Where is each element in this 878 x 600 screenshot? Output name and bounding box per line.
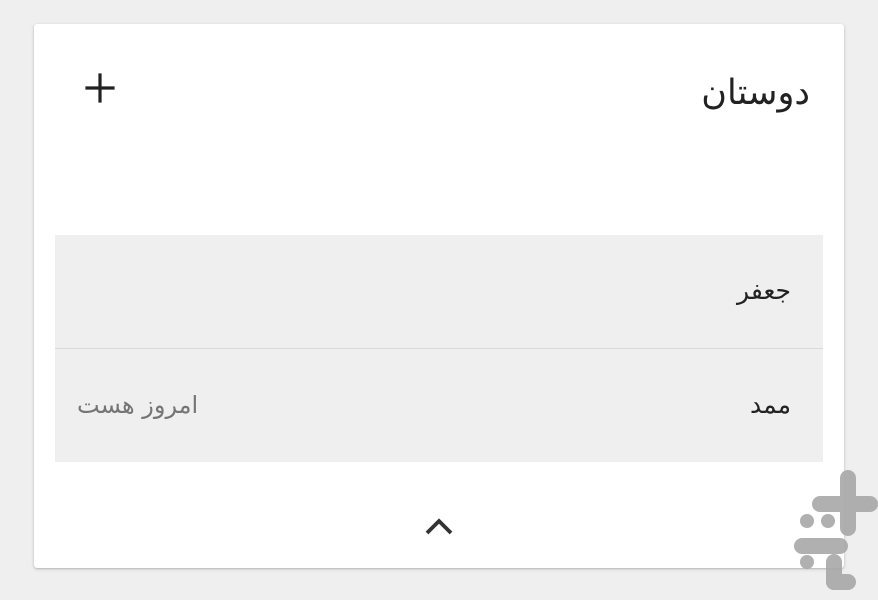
card-title: دوستان [701, 73, 810, 113]
app-store-logo-mark [794, 470, 878, 590]
list-item[interactable]: جعفر [55, 235, 823, 348]
friend-name: ممد [750, 390, 791, 419]
friend-name: جعفر [737, 276, 791, 305]
list-item[interactable]: ممد امروز هست [55, 348, 823, 462]
plus-icon [85, 73, 115, 103]
collapse-button[interactable] [422, 514, 456, 538]
friends-card: دوستان جعفر ممد امروز هست [34, 24, 844, 568]
friends-list: جعفر ممد امروز هست [55, 235, 823, 462]
chevron-up-icon [425, 518, 453, 535]
app-store-logo [790, 466, 878, 594]
friend-status: امروز هست [77, 391, 199, 419]
add-friend-button[interactable] [82, 68, 118, 108]
